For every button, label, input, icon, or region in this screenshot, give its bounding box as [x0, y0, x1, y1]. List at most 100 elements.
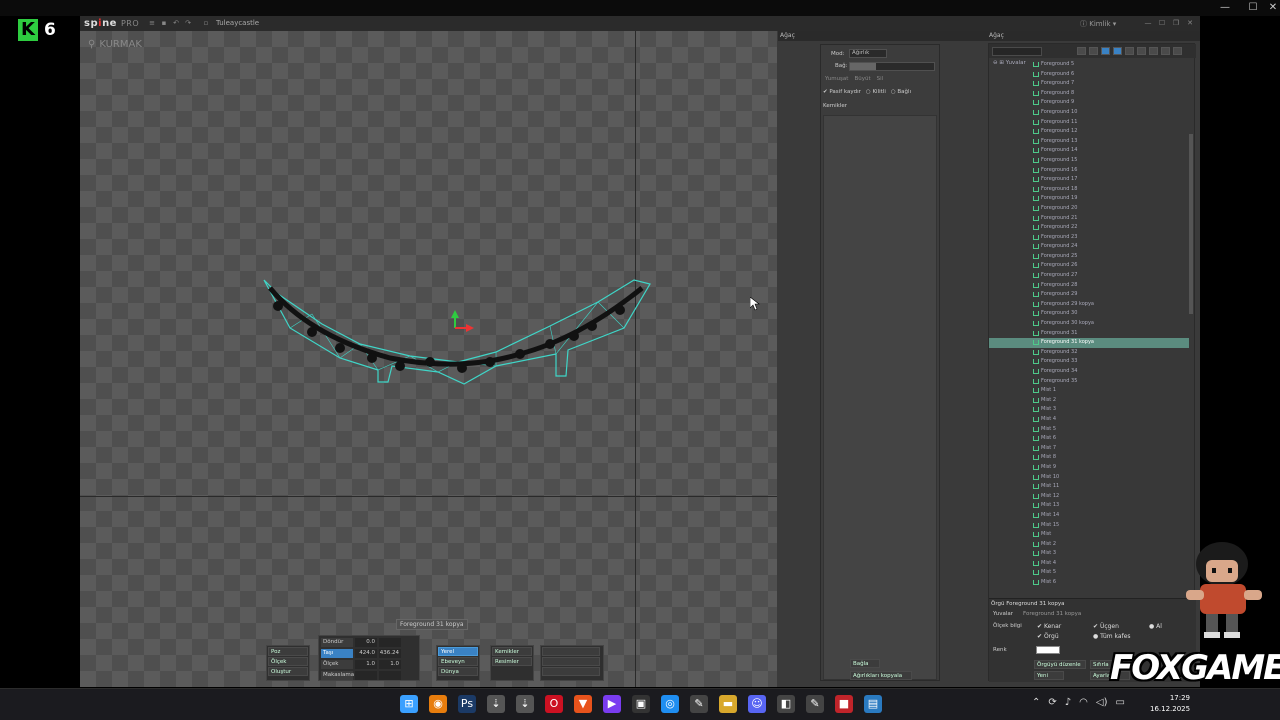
hierarchy-item[interactable]: Mist 6	[989, 434, 1189, 444]
hierarchy-item[interactable]: Mist 7	[989, 444, 1189, 454]
minimize-icon[interactable]: —	[1216, 1, 1234, 15]
hierarchy-item[interactable]: Foreground 29	[989, 290, 1189, 300]
redo-icon[interactable]: ↷	[184, 19, 192, 27]
photos-icon[interactable]: ▣	[632, 695, 650, 713]
app-minimize-icon[interactable]: —	[1144, 19, 1152, 27]
filter-skins-icon[interactable]	[1137, 47, 1146, 55]
transform-row-translate[interactable]: Taşı 424.0 436.24	[321, 648, 417, 658]
shear-label[interactable]: Makaslama	[321, 670, 354, 680]
weights-button[interactable]: Ölçek	[268, 657, 308, 666]
hierarchy-item[interactable]: Mist 2	[989, 540, 1189, 550]
chk-mesh[interactable]: ✔ Örgü	[1037, 633, 1059, 640]
hierarchy-item[interactable]: Foreground 20	[989, 204, 1189, 214]
hierarchy-item[interactable]: Foreground 10	[989, 108, 1189, 118]
blender-icon[interactable]: ◉	[429, 695, 447, 713]
filter-attachments-icon[interactable]	[1101, 47, 1110, 55]
hierarchy-item[interactable]: Mist 4	[989, 559, 1189, 569]
hierarchy-search-input[interactable]	[992, 47, 1042, 56]
hierarchy-item[interactable]: Foreground 23	[989, 233, 1189, 243]
hierarchy-item[interactable]: Foreground 27	[989, 271, 1189, 281]
hierarchy-item[interactable]: Foreground 15	[989, 156, 1189, 166]
hierarchy-item[interactable]: Foreground 5	[989, 60, 1189, 70]
hierarchy-item[interactable]: Mist 11	[989, 482, 1189, 492]
remove-button[interactable]: Sil	[877, 76, 884, 82]
filter-animations-icon[interactable]	[1161, 47, 1170, 55]
color-swatch[interactable]	[1036, 646, 1060, 654]
hierarchy-item[interactable]: Foreground 25	[989, 252, 1189, 262]
snap-button-2[interactable]	[542, 657, 600, 666]
battery-icon[interactable]: ▭	[1116, 697, 1125, 708]
hierarchy-item[interactable]: Foreground 14	[989, 146, 1189, 156]
option-passive[interactable]: ✔ Pasif kaydır	[823, 89, 861, 95]
tree-panel-tab[interactable]: Ağaç	[778, 31, 988, 41]
hierarchy-item[interactable]: Foreground 6	[989, 70, 1189, 80]
transform-row-rotate[interactable]: Döndür 0.0	[321, 637, 417, 647]
network-icon[interactable]: ⟳	[1048, 697, 1056, 708]
microphone-icon[interactable]: ♪	[1065, 697, 1071, 708]
translate-y[interactable]: 436.24	[379, 648, 401, 658]
close-icon[interactable]: ✕	[1264, 1, 1280, 15]
bone-gizmo[interactable]	[451, 310, 474, 332]
axis-local-button[interactable]: Yerel	[438, 647, 478, 656]
edit-mesh-button[interactable]: Örgüyü düzenle	[1034, 660, 1086, 669]
compensate-bones-button[interactable]: Kemikler	[492, 647, 532, 656]
hierarchy-item[interactable]: Foreground 30	[989, 309, 1189, 319]
transform-row-shear[interactable]: Makaslama	[321, 670, 417, 680]
menu-icon[interactable]: ≡	[148, 19, 156, 27]
hierarchy-item[interactable]: Foreground 16	[989, 166, 1189, 176]
rotate-label[interactable]: Döndür	[321, 637, 353, 647]
chk-hull[interactable]: ● Tüm kafes	[1093, 633, 1131, 640]
mode-select[interactable]: Ağırlık	[849, 49, 887, 58]
bind-slider[interactable]	[849, 62, 935, 71]
hierarchy-scrollbar[interactable]	[1189, 134, 1193, 314]
hierarchy-item[interactable]: Mist 5	[989, 568, 1189, 578]
filter-events-icon[interactable]	[1149, 47, 1158, 55]
save-icon[interactable]: ▪	[160, 19, 168, 27]
hierarchy-item[interactable]: Foreground 29 kopya	[989, 300, 1189, 310]
app-blue-icon[interactable]: ▤	[864, 695, 882, 713]
hierarchy-item[interactable]: Mist 12	[989, 492, 1189, 502]
chevron-up-icon[interactable]: ⌃	[1032, 697, 1040, 708]
clock[interactable]: 17:29 16.12.2025	[1150, 693, 1190, 715]
rotate-value[interactable]: 0.0	[355, 637, 377, 647]
hierarchy-item[interactable]: Mist 1	[989, 386, 1189, 396]
axis-parent-button[interactable]: Ebeveyn	[438, 657, 478, 666]
hierarchy-item[interactable]: Foreground 18	[989, 185, 1189, 195]
hierarchy-item[interactable]: Foreground 28	[989, 281, 1189, 291]
filter-bones-icon[interactable]	[1077, 47, 1086, 55]
wifi-icon[interactable]: ◠	[1079, 697, 1088, 708]
option-bound[interactable]: ○ Bağlı	[891, 89, 911, 95]
hierarchy-item[interactable]: Foreground 9	[989, 98, 1189, 108]
hierarchy-item[interactable]: Foreground 22	[989, 223, 1189, 233]
snap-button-1[interactable]	[542, 647, 600, 656]
hierarchy-item[interactable]: Mist 5	[989, 425, 1189, 435]
smooth-button[interactable]: Yumuşat	[825, 76, 848, 82]
translate-x[interactable]: 424.0	[355, 648, 377, 658]
explorer-icon[interactable]: ▬	[719, 695, 737, 713]
bind-button[interactable]: Bağla	[850, 659, 880, 668]
hierarchy-item[interactable]: Foreground 8	[989, 89, 1189, 99]
opera-icon[interactable]: O	[545, 695, 563, 713]
hierarchy-item[interactable]: Mist	[989, 530, 1189, 540]
viewport[interactable]: ⚲ KURMAK Foreground 31 kopya Poz Ölçek O…	[80, 31, 777, 687]
filter-slots-icon[interactable]	[1089, 47, 1098, 55]
hierarchy-item[interactable]: Foreground 17	[989, 175, 1189, 185]
hierarchy-item[interactable]: Mist 13	[989, 501, 1189, 511]
chrome-icon[interactable]: ◎	[661, 695, 679, 713]
hierarchy-item[interactable]: Foreground 31 kopya	[989, 338, 1189, 348]
chk-edges[interactable]: ✔ Kenar	[1037, 623, 1061, 630]
hierarchy-item[interactable]: Mist 9	[989, 463, 1189, 473]
spine-icon[interactable]: ⇣	[487, 695, 505, 713]
bones-list[interactable]	[823, 115, 937, 680]
create-button[interactable]: Oluştur	[268, 667, 308, 676]
rotate-value-2[interactable]	[379, 637, 401, 647]
tool2-icon[interactable]: ✎	[806, 695, 824, 713]
scale-x[interactable]: 1.0	[355, 659, 377, 669]
scale-label[interactable]: Ölçek	[321, 659, 353, 669]
hierarchy-item[interactable]: Foreground 7	[989, 79, 1189, 89]
hierarchy-item[interactable]: Foreground 19	[989, 194, 1189, 204]
hierarchy-item[interactable]: Foreground 24	[989, 242, 1189, 252]
filter-meshes-icon[interactable]	[1113, 47, 1122, 55]
transform-row-scale[interactable]: Ölçek 1.0 1.0	[321, 659, 417, 669]
hierarchy-item[interactable]: Foreground 33	[989, 357, 1189, 367]
